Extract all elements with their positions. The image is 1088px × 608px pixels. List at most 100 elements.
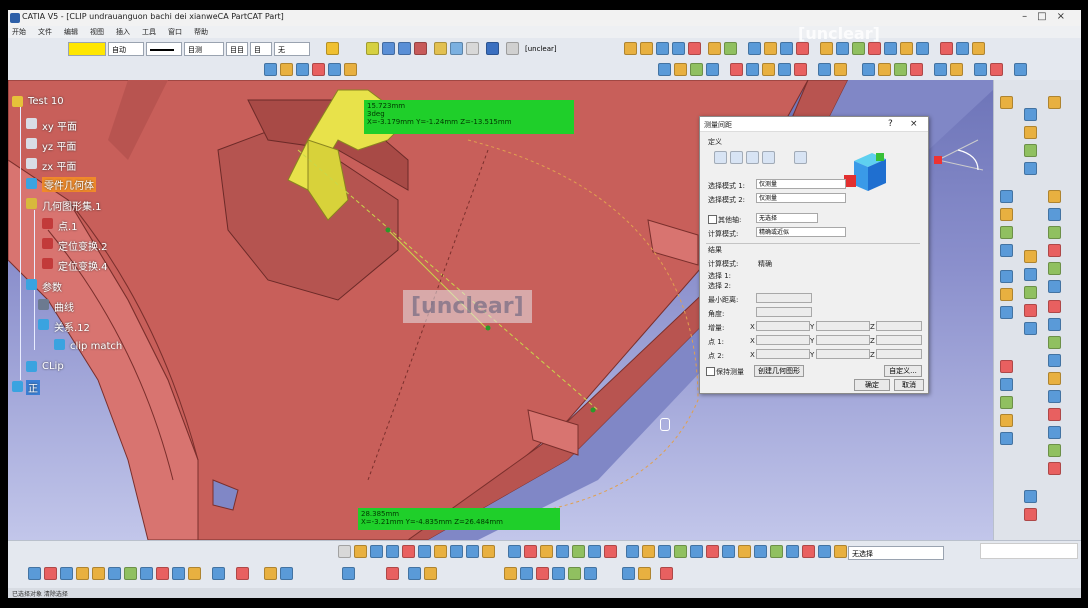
tool-icon[interactable] bbox=[770, 545, 783, 558]
menu-window[interactable]: 窗口 bbox=[168, 27, 182, 37]
tool-icon[interactable] bbox=[706, 63, 719, 76]
menu-help[interactable]: 帮助 bbox=[194, 27, 208, 37]
tool-icon[interactable] bbox=[658, 545, 671, 558]
redo-icon[interactable] bbox=[382, 42, 395, 55]
tool-icon[interactable] bbox=[342, 567, 355, 580]
tree-node-partbody[interactable]: 零件几何体 bbox=[42, 177, 96, 192]
dialog-help-button[interactable]: ? bbox=[888, 119, 893, 129]
tree-node-point[interactable]: 点.1 bbox=[58, 218, 78, 233]
tool-icon[interactable] bbox=[1000, 208, 1013, 221]
zoom-out-icon[interactable] bbox=[92, 567, 105, 580]
tool-icon[interactable] bbox=[674, 545, 687, 558]
tool-icon[interactable] bbox=[794, 63, 807, 76]
layer-select[interactable]: 目测 bbox=[184, 42, 224, 56]
color-select[interactable] bbox=[68, 42, 106, 56]
search-icon[interactable] bbox=[450, 42, 463, 55]
tool-icon[interactable] bbox=[910, 63, 923, 76]
tool-icon[interactable] bbox=[724, 42, 737, 55]
copy-icon[interactable] bbox=[418, 545, 431, 558]
tool-icon[interactable] bbox=[656, 42, 669, 55]
tool-icon[interactable] bbox=[738, 545, 751, 558]
tool-icon[interactable] bbox=[878, 63, 891, 76]
linetype-select[interactable] bbox=[146, 42, 182, 56]
point-style-select[interactable]: 目 bbox=[250, 42, 272, 56]
tool-icon[interactable] bbox=[552, 567, 565, 580]
tool-icon[interactable] bbox=[674, 63, 687, 76]
tool-icon[interactable] bbox=[778, 63, 791, 76]
transparency-select[interactable]: 自动 bbox=[108, 42, 144, 56]
tool-icon[interactable] bbox=[556, 545, 569, 558]
tool-icon[interactable] bbox=[44, 567, 57, 580]
tool-icon[interactable] bbox=[818, 545, 831, 558]
tool-icon[interactable] bbox=[588, 545, 601, 558]
select-icon[interactable] bbox=[486, 42, 499, 55]
tool-icon[interactable] bbox=[1048, 336, 1061, 349]
tool-icon[interactable] bbox=[1000, 414, 1013, 427]
ime-toolbar[interactable] bbox=[980, 543, 1078, 559]
tool-icon[interactable] bbox=[504, 567, 517, 580]
tool-icon[interactable] bbox=[424, 567, 437, 580]
menu-view[interactable]: 视图 bbox=[90, 27, 104, 37]
tool-icon[interactable] bbox=[868, 42, 881, 55]
weight-select[interactable]: 目目 bbox=[226, 42, 248, 56]
tool-icon[interactable] bbox=[796, 42, 809, 55]
paint-icon[interactable] bbox=[326, 42, 339, 55]
quick-select-icon[interactable] bbox=[506, 42, 519, 55]
tree-node-geoset[interactable]: 几何图形集.1 bbox=[42, 198, 102, 213]
measure-fan-mode-icon[interactable] bbox=[746, 151, 759, 164]
tool-icon[interactable] bbox=[1000, 396, 1013, 409]
tool-icon[interactable] bbox=[690, 63, 703, 76]
sketch-icon[interactable] bbox=[414, 42, 427, 55]
tool-icon[interactable] bbox=[188, 567, 201, 580]
tool-icon[interactable] bbox=[1048, 390, 1061, 403]
tool-icon[interactable] bbox=[940, 42, 953, 55]
tool-icon[interactable] bbox=[1024, 108, 1037, 121]
tool-icon[interactable] bbox=[1014, 63, 1027, 76]
calc-mode-select[interactable]: 精确或近似 bbox=[756, 227, 846, 237]
tool-icon[interactable] bbox=[972, 42, 985, 55]
tree-node-relations[interactable]: 关系.12 bbox=[54, 319, 90, 334]
tool-icon[interactable] bbox=[746, 63, 759, 76]
tool-icon[interactable] bbox=[1048, 262, 1061, 275]
tool-icon[interactable] bbox=[312, 63, 325, 76]
tool-icon[interactable] bbox=[836, 42, 849, 55]
tool-icon[interactable] bbox=[950, 63, 963, 76]
tool-icon[interactable] bbox=[894, 63, 907, 76]
tool-icon[interactable] bbox=[1024, 144, 1037, 157]
tool-icon[interactable] bbox=[624, 42, 637, 55]
tool-icon[interactable] bbox=[642, 545, 655, 558]
ok-button[interactable]: 确定 bbox=[854, 379, 890, 391]
tool-icon[interactable] bbox=[786, 545, 799, 558]
tool-icon[interactable] bbox=[990, 63, 1003, 76]
tool-icon[interactable] bbox=[862, 63, 875, 76]
tool-icon[interactable] bbox=[1048, 244, 1061, 257]
tool-icon[interactable] bbox=[60, 567, 73, 580]
tool-icon[interactable] bbox=[730, 63, 743, 76]
tree-node-parameters[interactable]: 参数 bbox=[42, 279, 62, 294]
tree-node-root[interactable]: Test 10 bbox=[28, 96, 64, 107]
tool-icon[interactable] bbox=[280, 567, 293, 580]
measure-item-mode-icon[interactable] bbox=[762, 151, 775, 164]
tree-node-transform-4[interactable]: 定位变换.4 bbox=[58, 258, 108, 273]
tree-node-curve[interactable]: 曲线 bbox=[54, 299, 74, 314]
tool-icon[interactable] bbox=[1000, 288, 1013, 301]
zoom-in-icon[interactable] bbox=[76, 567, 89, 580]
tool-icon[interactable] bbox=[852, 42, 865, 55]
measure-thickness-icon[interactable] bbox=[794, 151, 807, 164]
tool-icon[interactable] bbox=[124, 567, 137, 580]
tool-icon[interactable] bbox=[1048, 372, 1061, 385]
tool-icon[interactable] bbox=[916, 42, 929, 55]
tool-icon[interactable] bbox=[568, 567, 581, 580]
tree-node-yz-plane[interactable]: yz 平面 bbox=[42, 138, 76, 153]
tool-icon[interactable] bbox=[708, 42, 721, 55]
tool-icon[interactable] bbox=[1048, 208, 1061, 221]
tool-icon[interactable] bbox=[1000, 190, 1013, 203]
tool-icon[interactable] bbox=[754, 545, 767, 558]
mode1-select[interactable]: 仅测量 bbox=[756, 179, 846, 189]
menu-insert[interactable]: 插入 bbox=[116, 27, 130, 37]
tool-icon[interactable] bbox=[1024, 268, 1037, 281]
tool-icon[interactable] bbox=[638, 567, 651, 580]
tool-icon[interactable] bbox=[212, 567, 225, 580]
tool-icon[interactable] bbox=[1048, 300, 1061, 313]
mode2-select[interactable]: 仅测量 bbox=[756, 193, 846, 203]
